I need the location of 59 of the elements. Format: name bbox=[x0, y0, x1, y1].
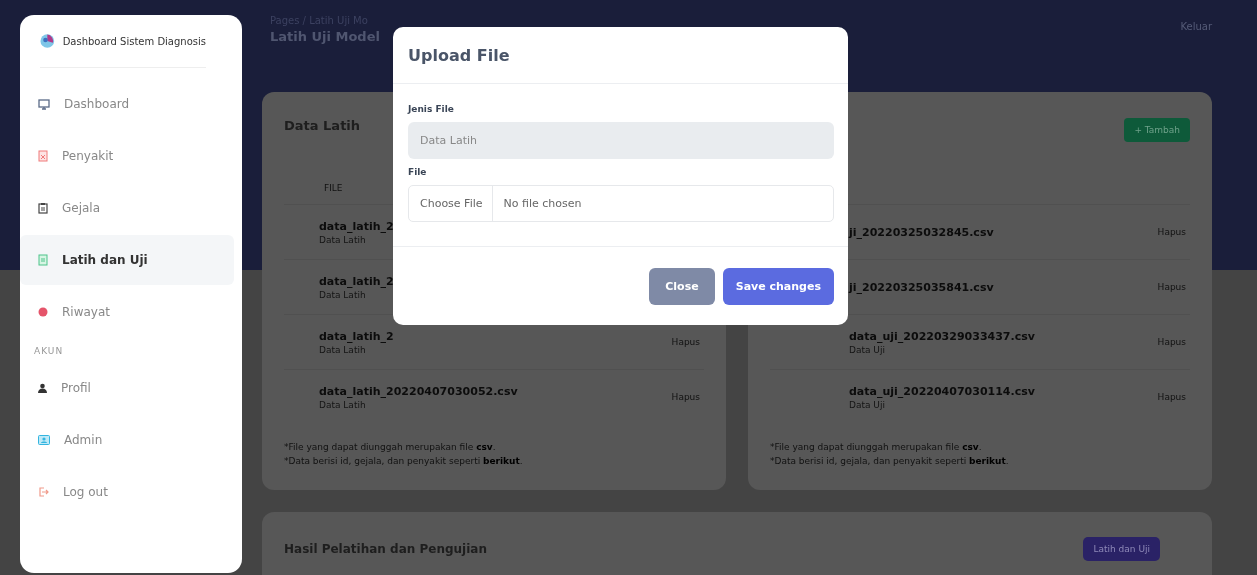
logo-icon bbox=[40, 33, 55, 49]
nav-item[interactable]: Gejala bbox=[20, 183, 234, 233]
note-text: *File yang dapat diunggah merupakan file csv. bbox=[284, 442, 497, 452]
file-name: data_latih_2 bbox=[319, 274, 394, 288]
monitor-icon bbox=[38, 98, 50, 110]
file-type: Data Uji bbox=[849, 344, 886, 355]
document-icon bbox=[38, 254, 48, 266]
note-text: *Data berisi id, gejala, dan penyakit seperti berikut. bbox=[284, 456, 524, 466]
delete-link[interactable]: Hapus bbox=[1157, 282, 1190, 292]
dialog-title: Upload File bbox=[408, 45, 510, 65]
delete-link[interactable]: Hapus bbox=[671, 392, 704, 402]
id-card-icon bbox=[38, 435, 50, 445]
file-type: Data Uji bbox=[849, 399, 886, 410]
file-type: Data Latih bbox=[319, 399, 367, 410]
nav-item[interactable]: Admin bbox=[20, 415, 234, 465]
file-name: data_uji_20220407030114.csv bbox=[849, 384, 1035, 398]
nav-item[interactable]: Latih dan Uji bbox=[20, 235, 234, 285]
user-icon bbox=[38, 383, 47, 393]
close-button[interactable]: Close bbox=[649, 267, 715, 305]
logout-icon bbox=[38, 487, 49, 497]
file-name: ji_20220325032845.csv bbox=[849, 225, 994, 239]
brand-name: Dashboard Sistem Diagnosis bbox=[62, 35, 206, 47]
file-type: Data Latih bbox=[319, 234, 367, 245]
file-name: data_latih_2 bbox=[319, 219, 394, 233]
delete-link[interactable]: Hapus bbox=[671, 337, 704, 347]
nav-item[interactable]: Dashboard bbox=[20, 79, 234, 129]
card-title: Data Latih bbox=[284, 118, 361, 133]
file-type: Data Latih bbox=[319, 344, 367, 355]
nav-item[interactable]: Penyakit bbox=[20, 131, 234, 181]
note-text: *Data berisi id, gejala, dan penyakit seperti berikut. bbox=[770, 456, 1010, 466]
file-name: data_uji_20220329033437.csv bbox=[849, 329, 1035, 343]
file-status: No file chosen bbox=[502, 197, 582, 210]
file-name: data_latih_20220407030052.csv bbox=[319, 384, 518, 398]
delete-link[interactable]: Hapus bbox=[1157, 227, 1190, 237]
file-type-select[interactable]: Data Latih bbox=[408, 122, 834, 159]
page-title: Latih Uji Model bbox=[270, 29, 380, 44]
train-test-button[interactable]: Latih dan Uji bbox=[1083, 536, 1160, 561]
add-button[interactable]: + Tambah bbox=[1124, 118, 1190, 142]
nav-item[interactable]: Riwayat bbox=[20, 287, 234, 337]
document-icon bbox=[38, 150, 48, 162]
nav-item[interactable]: Profil bbox=[20, 363, 234, 413]
column-header: FILE bbox=[324, 183, 343, 193]
clipboard-icon bbox=[38, 202, 48, 214]
file-name: ji_20220325035841.csv bbox=[849, 280, 994, 294]
field-label: File bbox=[408, 167, 428, 177]
choose-file-button[interactable]: Choose File bbox=[409, 186, 493, 221]
card-title: Hasil Pelatihan dan Pengujian bbox=[284, 541, 487, 556]
section-label: AKUN bbox=[33, 345, 65, 358]
file-type: Data Latih bbox=[319, 289, 367, 300]
logout-link[interactable]: Keluar bbox=[1180, 21, 1212, 92]
delete-link[interactable]: Hapus bbox=[1157, 337, 1190, 347]
field-label: Jenis File bbox=[408, 104, 455, 114]
file-input[interactable]: Choose File No file chosen bbox=[408, 185, 834, 222]
delete-link[interactable]: Hapus bbox=[1157, 392, 1190, 402]
save-button[interactable]: Save changes bbox=[722, 267, 834, 305]
nav-item[interactable]: Log out bbox=[20, 467, 234, 517]
file-name: data_latih_2 bbox=[319, 329, 394, 343]
circle-icon bbox=[38, 307, 48, 317]
note-text: *File yang dapat diunggah merupakan file csv. bbox=[770, 442, 983, 452]
